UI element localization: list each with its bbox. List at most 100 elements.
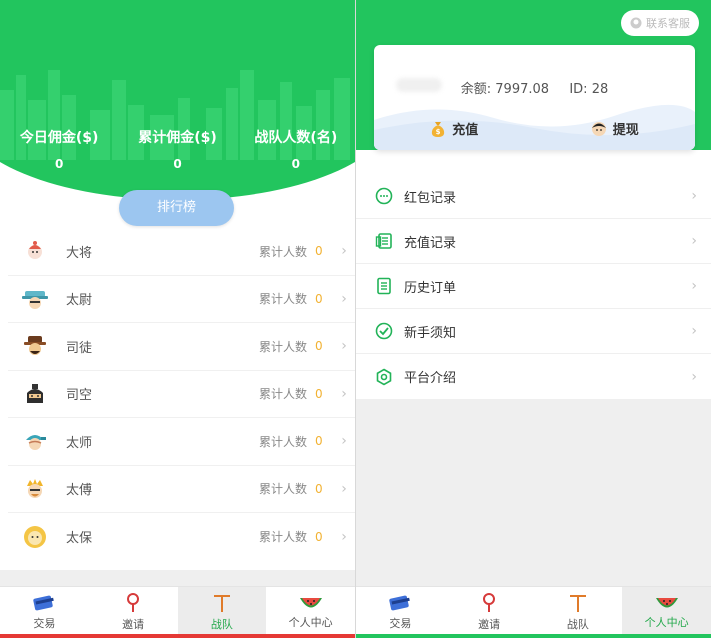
- rank-count: 0: [315, 339, 323, 354]
- rank-row-marshal[interactable]: 太尉 累计人数 0 ›: [8, 276, 355, 323]
- rank-row-grand-mentor[interactable]: 太傅 累计人数 0 ›: [8, 466, 355, 513]
- withdraw-label: 提现: [612, 123, 639, 138]
- bottom-nav: 交易 邀请 战队 个人中心: [356, 586, 711, 638]
- ranking-button[interactable]: 排行榜: [119, 190, 234, 226]
- document-icon: [374, 276, 394, 296]
- rank-row-grand-protector[interactable]: 太保 累计人数 0 ›: [8, 513, 355, 561]
- chevron-right-icon: ›: [341, 528, 347, 545]
- commission-stats: 今日佣金($) 0 累计佣金($) 0 战队人数(名) 0: [0, 127, 355, 171]
- stat-value: 0: [54, 157, 64, 171]
- stat-label: 今日佣金($): [19, 130, 99, 146]
- id-label: ID:: [569, 82, 588, 97]
- rank-name: 司徒: [66, 340, 93, 356]
- menu-item-beginner-guide[interactable]: 新手须知 ›: [356, 309, 711, 354]
- bottom-nav: 交易 邀请 战队 个人中心: [0, 586, 355, 638]
- content-gap: [0, 570, 355, 586]
- general-avatar-icon: [22, 238, 48, 264]
- receipt-icon: [374, 231, 394, 251]
- rank-count: 0: [315, 291, 323, 306]
- rank-row-works[interactable]: 司空 累计人数 0 ›: [8, 371, 355, 418]
- check-circle-icon: [374, 321, 394, 341]
- rank-row-minister[interactable]: 司徒 累计人数 0 ›: [8, 323, 355, 371]
- team-icon: [569, 595, 586, 612]
- rank-name: 大将: [66, 245, 93, 261]
- rank-count-label: 累计人数: [258, 434, 307, 449]
- rank-count-label: 累计人数: [258, 387, 307, 402]
- balance-line: 余额: 7997.08 ID: 28: [374, 78, 695, 97]
- chevron-right-icon: ›: [341, 480, 347, 497]
- grand-tutor-avatar-icon: [22, 428, 48, 454]
- rank-count: 0: [315, 529, 323, 544]
- menu-label: 平台介绍: [404, 371, 457, 386]
- watermelon-icon: [655, 598, 678, 608]
- card-icon: [33, 595, 55, 611]
- menu-label: 新手须知: [404, 325, 457, 341]
- nav-tab-profile[interactable]: 个人中心: [622, 587, 711, 638]
- contact-support-button[interactable]: 联系客服: [621, 10, 699, 36]
- rank-list: 大将 累计人数 0 › 太尉 累计人数 0 › 司徒 累计人数 0 › 司空 累…: [8, 228, 355, 561]
- withdraw-button[interactable]: 提现: [535, 119, 696, 138]
- stat-value: 0: [173, 157, 182, 171]
- nav-label: 交易: [389, 617, 412, 630]
- nav-label: 战队: [566, 618, 589, 631]
- chevron-right-icon: ›: [691, 233, 697, 249]
- menu-label: 充值记录: [404, 235, 457, 251]
- chat-bubble-icon: [374, 186, 394, 206]
- team-size-stat: 战队人数(名) 0: [237, 127, 355, 171]
- nav-label: 战队: [210, 618, 233, 631]
- pin-icon: [127, 593, 140, 612]
- profile-menu: 红包记录 › 充值记录 › 历史订单 › 新手须知 › 平台介绍 ›: [356, 174, 711, 399]
- chevron-right-icon: ›: [341, 290, 347, 307]
- recharge-label: 充值: [452, 123, 479, 138]
- stat-label: 累计佣金($): [138, 130, 217, 146]
- money-bag-icon: $: [432, 121, 445, 137]
- chevron-right-icon: ›: [341, 433, 347, 450]
- rank-row-grand-tutor[interactable]: 太师 累计人数 0 ›: [8, 418, 355, 466]
- rank-name: 太尉: [66, 293, 93, 309]
- rank-count-label: 累计人数: [258, 292, 307, 307]
- total-commission-stat: 累计佣金($) 0: [118, 127, 236, 171]
- nav-accent-bar: [0, 634, 355, 638]
- balance-value: 7997.08: [495, 82, 550, 97]
- rank-count: 0: [315, 481, 323, 496]
- chevron-right-icon: ›: [691, 188, 697, 204]
- nav-accent-bar: [356, 634, 711, 638]
- menu-item-order-history[interactable]: 历史订单 ›: [356, 264, 711, 309]
- nav-label: 个人中心: [288, 616, 333, 629]
- marshal-avatar-icon: [22, 286, 48, 312]
- grand-mentor-avatar-icon: [22, 476, 48, 502]
- menu-item-red-packet-records[interactable]: 红包记录 ›: [356, 174, 711, 219]
- rank-name: 太傅: [66, 483, 93, 499]
- chevron-right-icon: ›: [341, 338, 347, 355]
- menu-item-recharge-records[interactable]: 充值记录 ›: [356, 219, 711, 264]
- nav-label: 个人中心: [644, 616, 689, 629]
- stat-value: 0: [291, 157, 300, 171]
- rank-row-general[interactable]: 大将 累计人数 0 ›: [8, 228, 355, 276]
- chevron-right-icon: ›: [341, 243, 347, 260]
- nav-tab-trade[interactable]: 交易: [356, 587, 445, 638]
- rank-count-label: 累计人数: [258, 244, 307, 259]
- settings-icon: [374, 367, 394, 387]
- menu-item-platform-intro[interactable]: 平台介绍 ›: [356, 354, 711, 399]
- nav-tab-trade[interactable]: 交易: [0, 587, 89, 638]
- nav-tab-team[interactable]: 战队: [534, 587, 623, 638]
- nav-tab-invite[interactable]: 邀请: [89, 587, 178, 638]
- stat-label: 战队人数(名): [254, 130, 338, 146]
- support-icon: [630, 17, 642, 29]
- nav-tab-team[interactable]: 战队: [177, 587, 267, 638]
- team-screen: 今日佣金($) 0 累计佣金($) 0 战队人数(名) 0 排行榜 大将 累计人…: [0, 0, 355, 638]
- nav-tab-profile[interactable]: 个人中心: [266, 587, 355, 638]
- id-value: 28: [591, 82, 609, 97]
- svg-text:$: $: [436, 128, 441, 136]
- recharge-button[interactable]: $ 充值: [374, 119, 535, 138]
- chevron-right-icon: ›: [691, 278, 697, 294]
- nav-label: 邀请: [122, 618, 145, 631]
- rank-count: 0: [315, 434, 323, 449]
- app-root: 今日佣金($) 0 累计佣金($) 0 战队人数(名) 0 排行榜 大将 累计人…: [0, 0, 711, 638]
- nav-label: 交易: [33, 617, 56, 630]
- nav-tab-invite[interactable]: 邀请: [445, 587, 534, 638]
- today-commission-stat: 今日佣金($) 0: [0, 127, 118, 171]
- works-avatar-icon: [22, 381, 48, 407]
- chevron-right-icon: ›: [341, 385, 347, 402]
- chevron-right-icon: ›: [691, 323, 697, 339]
